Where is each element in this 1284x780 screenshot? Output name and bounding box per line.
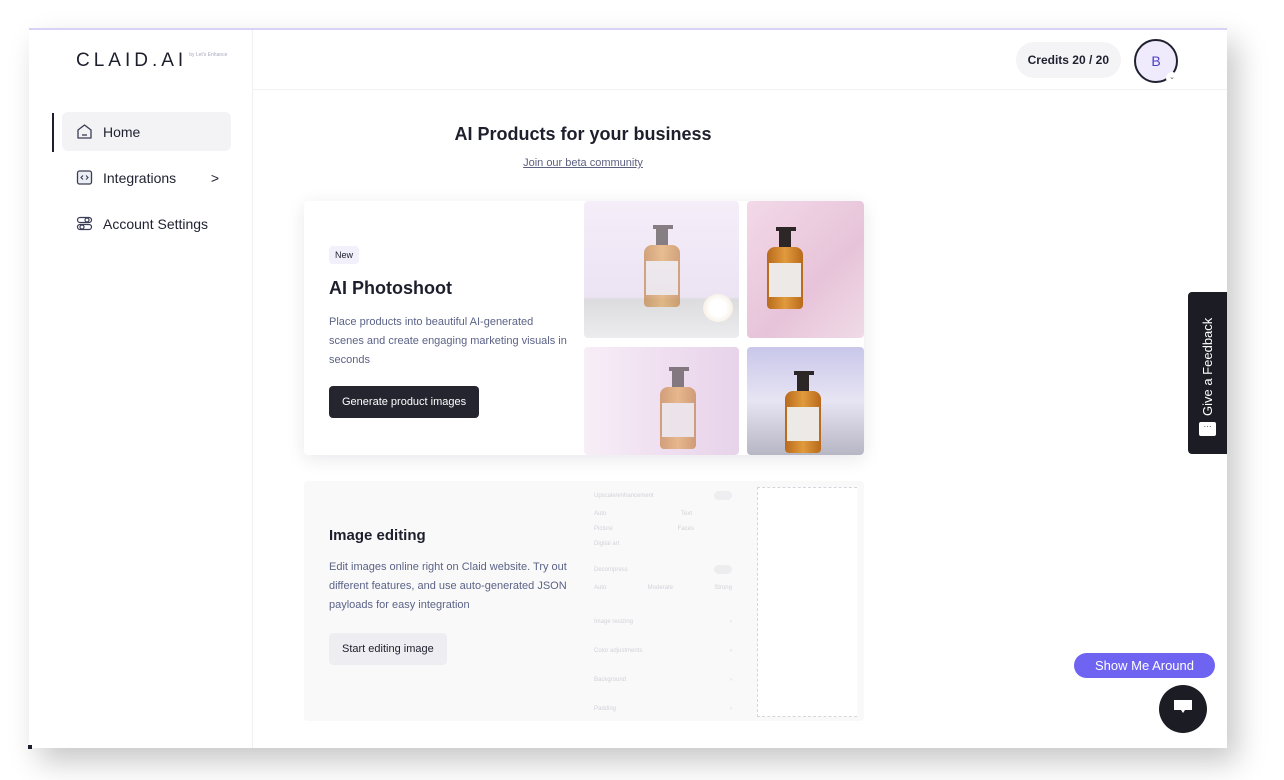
toggle-switch — [714, 565, 732, 574]
settings-toggles-icon — [76, 215, 93, 232]
show-me-around-button[interactable]: Show Me Around — [1074, 653, 1215, 678]
preview-row: Picture Faces — [594, 526, 732, 532]
preview-value: Moderate — [647, 585, 673, 591]
chevron-right-icon: › — [730, 706, 732, 712]
sidebar-item-label: Integrations — [103, 169, 177, 186]
sidebar-nav: Home Integrations > Account Settings — [29, 112, 253, 250]
card-body: Image editing Edit images online right o… — [329, 527, 569, 665]
preview-label: Decompress — [594, 566, 628, 573]
sidebar-item-home[interactable]: Home — [52, 112, 231, 152]
credits-badge[interactable]: Credits 20 / 20 — [1015, 42, 1121, 78]
sidebar-item-label: Home — [103, 123, 141, 140]
chat-dots-icon: ··· — [1199, 422, 1216, 436]
chevron-right-icon: > — [210, 169, 219, 186]
main-content: AI Products for your business Join our b… — [253, 91, 1227, 748]
give-feedback-button[interactable]: Give a Feedback ··· — [1188, 292, 1227, 454]
preview-label: Background — [594, 677, 627, 683]
preview-label: Digital art — [594, 541, 620, 547]
preview-row: Padding › — [594, 706, 732, 712]
preview-row: Upscale/enhancement — [594, 491, 732, 500]
preview-row: Image resizing › — [594, 619, 732, 625]
product-image-2 — [747, 201, 864, 338]
image-preview-frame — [757, 487, 857, 717]
toggle-switch — [714, 491, 732, 500]
product-image-4 — [747, 347, 864, 455]
ai-photoshoot-card: New AI Photoshoot Place products into be… — [304, 201, 864, 455]
mouse-cursor — [28, 745, 32, 749]
start-editing-image-button[interactable]: Start editing image — [329, 633, 447, 665]
code-icon — [76, 169, 93, 186]
settings-preview: Upscale/enhancement Auto Text Picture Face… — [584, 481, 744, 721]
sidebar-item-label: Account Settings — [103, 215, 209, 232]
preview-row: Decompress — [594, 565, 732, 574]
card-title: AI Photoshoot — [329, 278, 452, 298]
logo-text: CLAID.AI — [76, 50, 188, 71]
product-image-3 — [584, 347, 739, 455]
top-bar: Credits 20 / 20 B ⌄ — [253, 30, 1227, 90]
card-description: Edit images online right on Claid websit… — [329, 561, 567, 611]
preview-row: Auto Moderate Strong — [594, 585, 732, 591]
page-title: AI Products for your business — [454, 124, 712, 144]
preview-label: Padding — [594, 706, 617, 712]
sidebar: CLAID.AI by Let's Enhance Home Integrati… — [29, 30, 253, 748]
card-body: New AI Photoshoot Place products into be… — [329, 245, 569, 418]
preview-label: Image resizing — [594, 619, 634, 625]
chevron-right-icon: › — [730, 648, 732, 654]
home-icon — [76, 123, 93, 140]
chat-icon — [1172, 698, 1194, 721]
chat-launcher-button[interactable] — [1159, 685, 1207, 733]
preview-label: Picture — [594, 526, 613, 532]
feedback-label: Give a Feedback — [1200, 317, 1215, 416]
image-editing-card: Image editing Edit images online right o… — [304, 481, 864, 721]
app-window: CLAID.AI by Let's Enhance Home Integrati… — [29, 28, 1227, 748]
chevron-down-icon: ⌄ — [1166, 72, 1178, 84]
preview-value: Text — [680, 511, 692, 517]
preview-row: Digital art — [594, 541, 732, 547]
new-badge: New — [329, 246, 360, 264]
avatar-initial: B — [1151, 53, 1161, 69]
preview-value: Faces — [677, 526, 694, 532]
beta-community-link[interactable]: Join our beta community — [253, 157, 913, 169]
preview-row: Color adjustments › — [594, 648, 732, 654]
generate-product-images-button[interactable]: Generate product images — [329, 386, 480, 418]
preview-label: Upscale/enhancement — [594, 492, 654, 499]
active-indicator — [52, 113, 54, 152]
preview-label: Color adjustments — [594, 648, 643, 654]
preview-label: Auto — [594, 585, 607, 591]
logo-subtext: by Let's Enhance — [189, 52, 228, 58]
preview-label: Auto — [594, 511, 607, 517]
product-image-1 — [584, 201, 739, 338]
chevron-right-icon: › — [730, 677, 732, 683]
card-title: Image editing — [329, 527, 426, 544]
sidebar-item-account-settings[interactable]: Account Settings — [62, 204, 231, 243]
logo[interactable]: CLAID.AI by Let's Enhance — [76, 50, 227, 72]
preview-row: Background › — [594, 677, 732, 683]
preview-value: Strong — [714, 585, 732, 591]
avatar[interactable]: B ⌄ — [1134, 39, 1178, 84]
sidebar-item-integrations[interactable]: Integrations > — [62, 158, 231, 197]
chevron-right-icon: › — [730, 619, 732, 625]
card-description: Place products into beautiful AI-generat… — [329, 316, 567, 366]
preview-row: Auto Text — [594, 511, 732, 517]
